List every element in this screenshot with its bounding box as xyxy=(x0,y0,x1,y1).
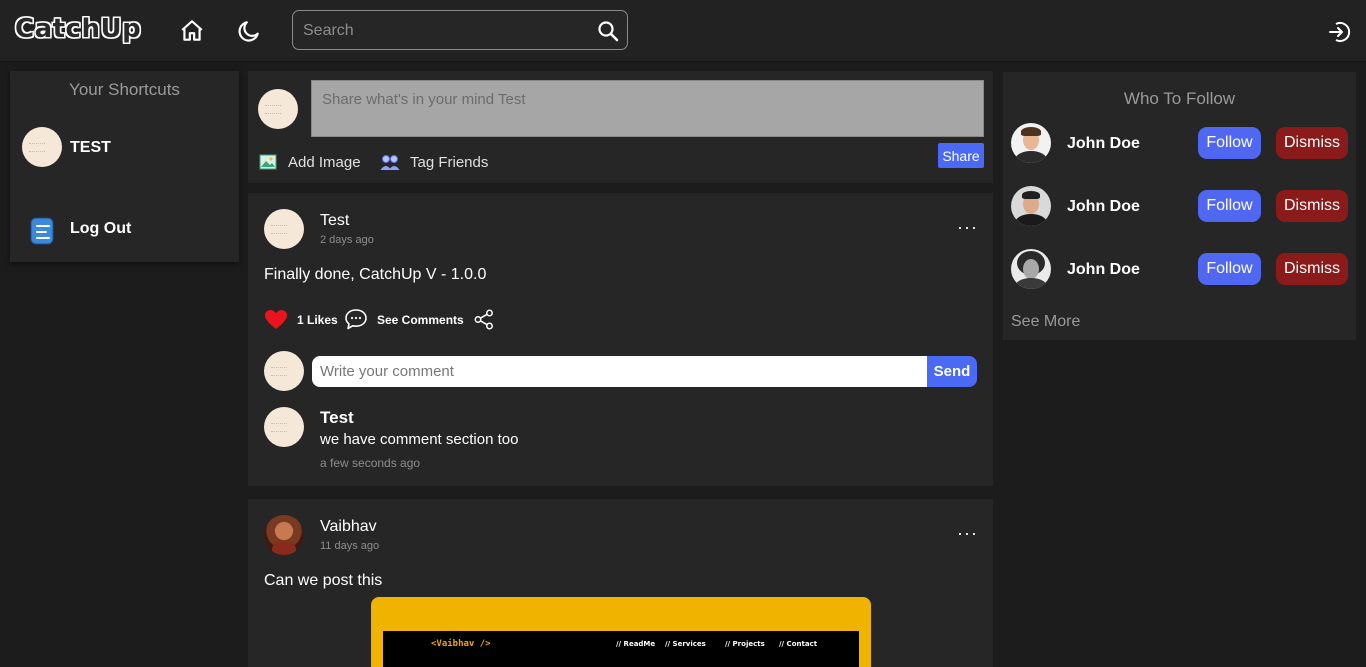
follow-avatar[interactable] xyxy=(1011,123,1051,163)
post-image-nav-item: // ReadMe xyxy=(616,640,656,648)
share-textarea[interactable] xyxy=(311,80,984,137)
who-to-follow-title: Who To Follow xyxy=(1123,89,1236,108)
likes-count: 1 Likes xyxy=(297,313,338,327)
shortcut-item-test[interactable]: TEST xyxy=(70,139,111,157)
post-text: Can we post this xyxy=(264,572,383,589)
follow-name[interactable]: John Doe xyxy=(1067,261,1140,279)
post-image-nav-item: // Contact xyxy=(779,640,818,648)
more-icon[interactable]: ··· xyxy=(957,218,978,236)
add-image-button[interactable]: Add Image xyxy=(259,153,361,171)
post-image-screen: <Vaibhav /> // ReadMe // Services // Pro… xyxy=(383,631,859,667)
share-button[interactable]: Share xyxy=(938,143,984,168)
follow-avatar[interactable] xyxy=(1011,249,1051,289)
post-author-name[interactable]: Vaibhav xyxy=(320,518,377,536)
see-more-link[interactable]: See More xyxy=(1011,313,1080,331)
add-image-label: Add Image xyxy=(288,153,361,171)
avatar[interactable] xyxy=(22,127,62,167)
follow-name[interactable]: John Doe xyxy=(1067,198,1140,216)
comment-author-name[interactable]: Test xyxy=(320,408,354,428)
moon-icon[interactable] xyxy=(236,18,262,44)
heart-icon[interactable] xyxy=(264,309,288,330)
navbar: CatchUp xyxy=(0,0,1366,62)
shortcut-logout-icon[interactable] xyxy=(28,216,56,246)
avatar xyxy=(258,89,298,129)
search-icon[interactable] xyxy=(596,19,620,43)
see-comments-link[interactable]: See Comments xyxy=(377,313,464,327)
shortcuts-panel: Your Shortcuts TEST Log Out xyxy=(10,71,239,262)
dismiss-button[interactable]: Dismiss xyxy=(1276,253,1348,285)
comment-text: we have comment section too xyxy=(320,431,519,448)
follow-button[interactable]: Follow xyxy=(1198,190,1261,222)
post-image-logo: <Vaibhav /> xyxy=(431,639,491,649)
tag-friends-label: Tag Friends xyxy=(410,153,489,171)
follow-avatar[interactable] xyxy=(1011,186,1051,226)
avatar xyxy=(264,351,304,391)
comment-timestamp: a few seconds ago xyxy=(320,456,421,470)
follow-button[interactable]: Follow xyxy=(1198,253,1261,285)
post-text: Finally done, CatchUp V - 1.0.0 xyxy=(264,266,487,283)
comment-author-avatar[interactable] xyxy=(264,407,304,447)
post-author-avatar[interactable] xyxy=(264,209,304,249)
post-image[interactable]: <Vaibhav /> // ReadMe // Services // Pro… xyxy=(371,597,871,667)
comment-input[interactable] xyxy=(312,356,928,387)
image-icon xyxy=(259,154,277,170)
dismiss-button[interactable]: Dismiss xyxy=(1276,190,1348,222)
post-author-name[interactable]: Test xyxy=(320,212,349,230)
post-author-avatar[interactable] xyxy=(264,515,304,555)
home-icon[interactable] xyxy=(179,18,205,44)
follow-button[interactable]: Follow xyxy=(1198,127,1261,159)
dismiss-button[interactable]: Dismiss xyxy=(1276,127,1348,159)
post-image-nav-item: // Services xyxy=(665,640,706,648)
tag-friends-button[interactable]: Tag Friends xyxy=(380,153,488,171)
logout-icon[interactable] xyxy=(1327,20,1351,44)
post-image-nav-item: // Projects xyxy=(725,640,765,648)
send-comment-button[interactable]: Send xyxy=(927,356,977,387)
share-icon[interactable] xyxy=(474,309,494,330)
follow-name[interactable]: John Doe xyxy=(1067,135,1140,153)
search-box xyxy=(292,10,628,50)
comment-icon[interactable] xyxy=(344,308,368,330)
post-timestamp: 2 days ago xyxy=(320,234,374,246)
shortcuts-title: Your Shortcuts xyxy=(69,80,180,99)
shortcut-item-logout[interactable]: Log Out xyxy=(70,220,131,238)
search-input[interactable] xyxy=(303,19,593,43)
friends-icon xyxy=(380,155,400,170)
post-timestamp: 11 days ago xyxy=(320,540,380,552)
app-logo[interactable]: CatchUp xyxy=(15,14,141,44)
more-icon[interactable]: ··· xyxy=(957,524,978,542)
